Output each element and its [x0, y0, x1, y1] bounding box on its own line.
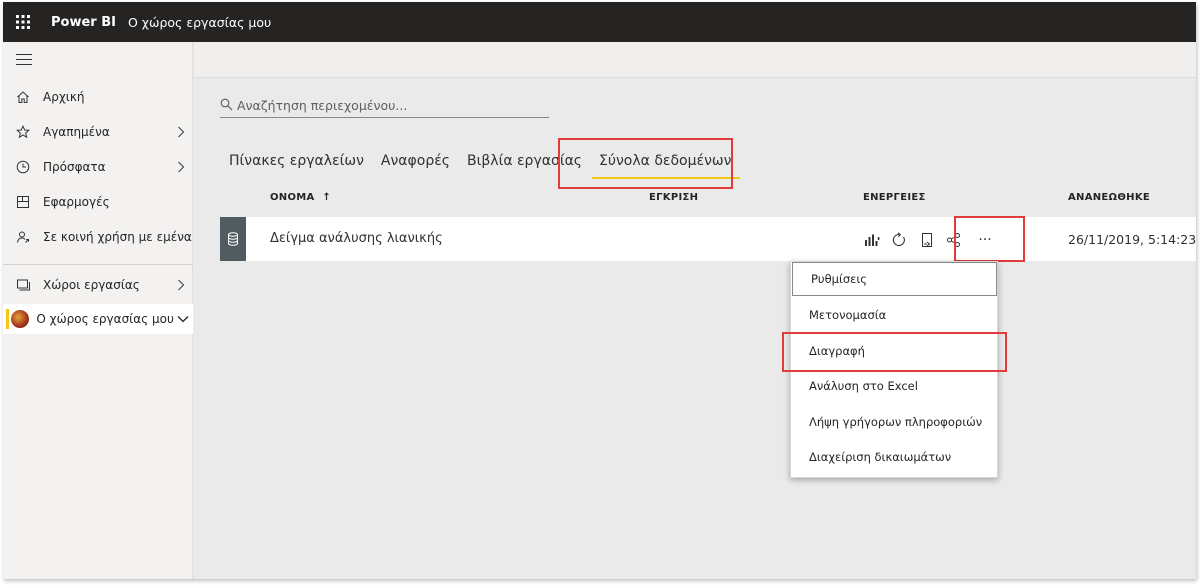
search-icon: [220, 96, 233, 115]
refreshed-date: 26/11/2019, 5:14:23: [1068, 232, 1196, 247]
app-launcher-icon[interactable]: [3, 2, 43, 42]
more-options-icon[interactable]: ···: [973, 231, 997, 249]
tab-dashboards[interactable]: Πίνακες εργαλείων: [229, 153, 364, 169]
column-name-label: ΟΝΟΜΑ: [270, 192, 315, 203]
context-menu: Ρυθμίσεις Μετονομασία Διαγραφή Ανάλυση σ…: [790, 261, 998, 478]
content-header: [194, 42, 1196, 78]
sidebar-item-favorites[interactable]: Αγαπημένα: [3, 117, 193, 147]
column-header-refreshed[interactable]: ΑΝΑΝΕΩΘΗΚΕ: [1068, 192, 1150, 203]
sidebar-item-label: Πρόσφατα: [43, 160, 106, 174]
sidebar-item-shared[interactable]: Σε κοινή χρήση με εμένα: [3, 222, 193, 252]
app-window: Power BI Ο χώρος εργασίας μου Αρχική Αγα…: [3, 2, 1196, 579]
sidebar-item-label: Εφαρμογές: [43, 195, 110, 209]
star-icon: [3, 125, 43, 139]
sidebar-item-label: Σε κοινή χρήση με εμένα: [43, 230, 192, 244]
apps-icon: [3, 195, 43, 209]
top-bar: Power BI Ο χώρος εργασίας μου: [3, 2, 1196, 42]
main-content: Αναζήτηση περιεχομένου... Πίνακες εργαλε…: [194, 42, 1196, 579]
breadcrumb-workspace[interactable]: Ο χώρος εργασίας μου: [128, 15, 271, 30]
sidebar-item-home[interactable]: Αρχική: [3, 82, 193, 112]
avatar: [9, 309, 30, 329]
sort-ascending-icon: ↑: [322, 192, 332, 203]
share-icon[interactable]: [945, 231, 963, 249]
sidebar-item-label: Ο χώρος εργασίας μου: [36, 312, 174, 326]
tab-datasets[interactable]: Σύνολα δεδομένων: [592, 153, 741, 179]
dataset-name[interactable]: Δείγμα ανάλυσης λιανικής: [270, 231, 443, 246]
chevron-right-icon[interactable]: [169, 126, 193, 138]
create-report-icon[interactable]: [863, 231, 881, 249]
sidebar-item-label: Χώροι εργασίας: [43, 278, 140, 292]
sidebar-item-label: Αγαπημένα: [43, 125, 110, 139]
sidebar: Αρχική Αγαπημένα Πρόσφατα Εφαρμογές Σε κ…: [3, 42, 193, 579]
column-header-name[interactable]: ΟΝΟΜΑ ↑: [270, 192, 331, 203]
search-box[interactable]: Αναζήτηση περιεχομένου...: [220, 94, 549, 118]
menu-item-quick-insights[interactable]: Λήψη γρήγορων πληροφοριών: [791, 405, 997, 439]
menu-item-rename[interactable]: Μετονομασία: [791, 298, 997, 332]
chevron-down-icon[interactable]: [174, 315, 193, 323]
chevron-right-icon[interactable]: [169, 279, 193, 291]
home-icon: [3, 90, 43, 104]
column-header-endorsement[interactable]: ΕΓΚΡΙΣΗ: [649, 192, 698, 203]
sidebar-item-my-workspace[interactable]: Ο χώρος εργασίας μου: [3, 304, 193, 334]
schedule-refresh-icon[interactable]: [918, 231, 936, 249]
active-indicator: [6, 309, 9, 329]
tab-reports[interactable]: Αναφορές: [381, 153, 450, 169]
dataset-icon: [220, 217, 246, 261]
clock-icon: [3, 160, 43, 174]
menu-item-settings[interactable]: Ρυθμίσεις: [792, 262, 997, 296]
hamburger-menu-icon[interactable]: [16, 54, 32, 68]
shared-icon: [3, 230, 43, 244]
sidebar-item-recent[interactable]: Πρόσφατα: [3, 152, 193, 182]
menu-item-delete[interactable]: Διαγραφή: [791, 334, 997, 368]
sidebar-item-apps[interactable]: Εφαρμογές: [3, 187, 193, 217]
menu-item-analyze-in-excel[interactable]: Ανάλυση στο Excel: [791, 369, 997, 403]
refresh-icon[interactable]: [890, 231, 908, 249]
sidebar-item-workspaces[interactable]: Χώροι εργασίας: [3, 270, 193, 300]
tab-workbooks[interactable]: Βιβλία εργασίας: [467, 153, 582, 169]
search-input[interactable]: Αναζήτηση περιεχομένου...: [237, 98, 407, 113]
sidebar-divider: [3, 264, 193, 265]
sidebar-item-label: Αρχική: [43, 90, 85, 104]
table-row[interactable]: Δείγμα ανάλυσης λιανικής ··· 26/11/2019,…: [220, 217, 1196, 261]
chevron-right-icon[interactable]: [169, 161, 193, 173]
app-name[interactable]: Power BI: [51, 15, 116, 30]
content-tabs: Πίνακες εργαλείων Αναφορές Βιβλία εργασί…: [229, 146, 748, 179]
column-header-actions: ΕΝΕΡΓΕΙΕΣ: [863, 192, 926, 203]
menu-item-manage-permissions[interactable]: Διαχείριση δικαιωμάτων: [791, 440, 997, 474]
workspaces-icon: [3, 278, 43, 292]
